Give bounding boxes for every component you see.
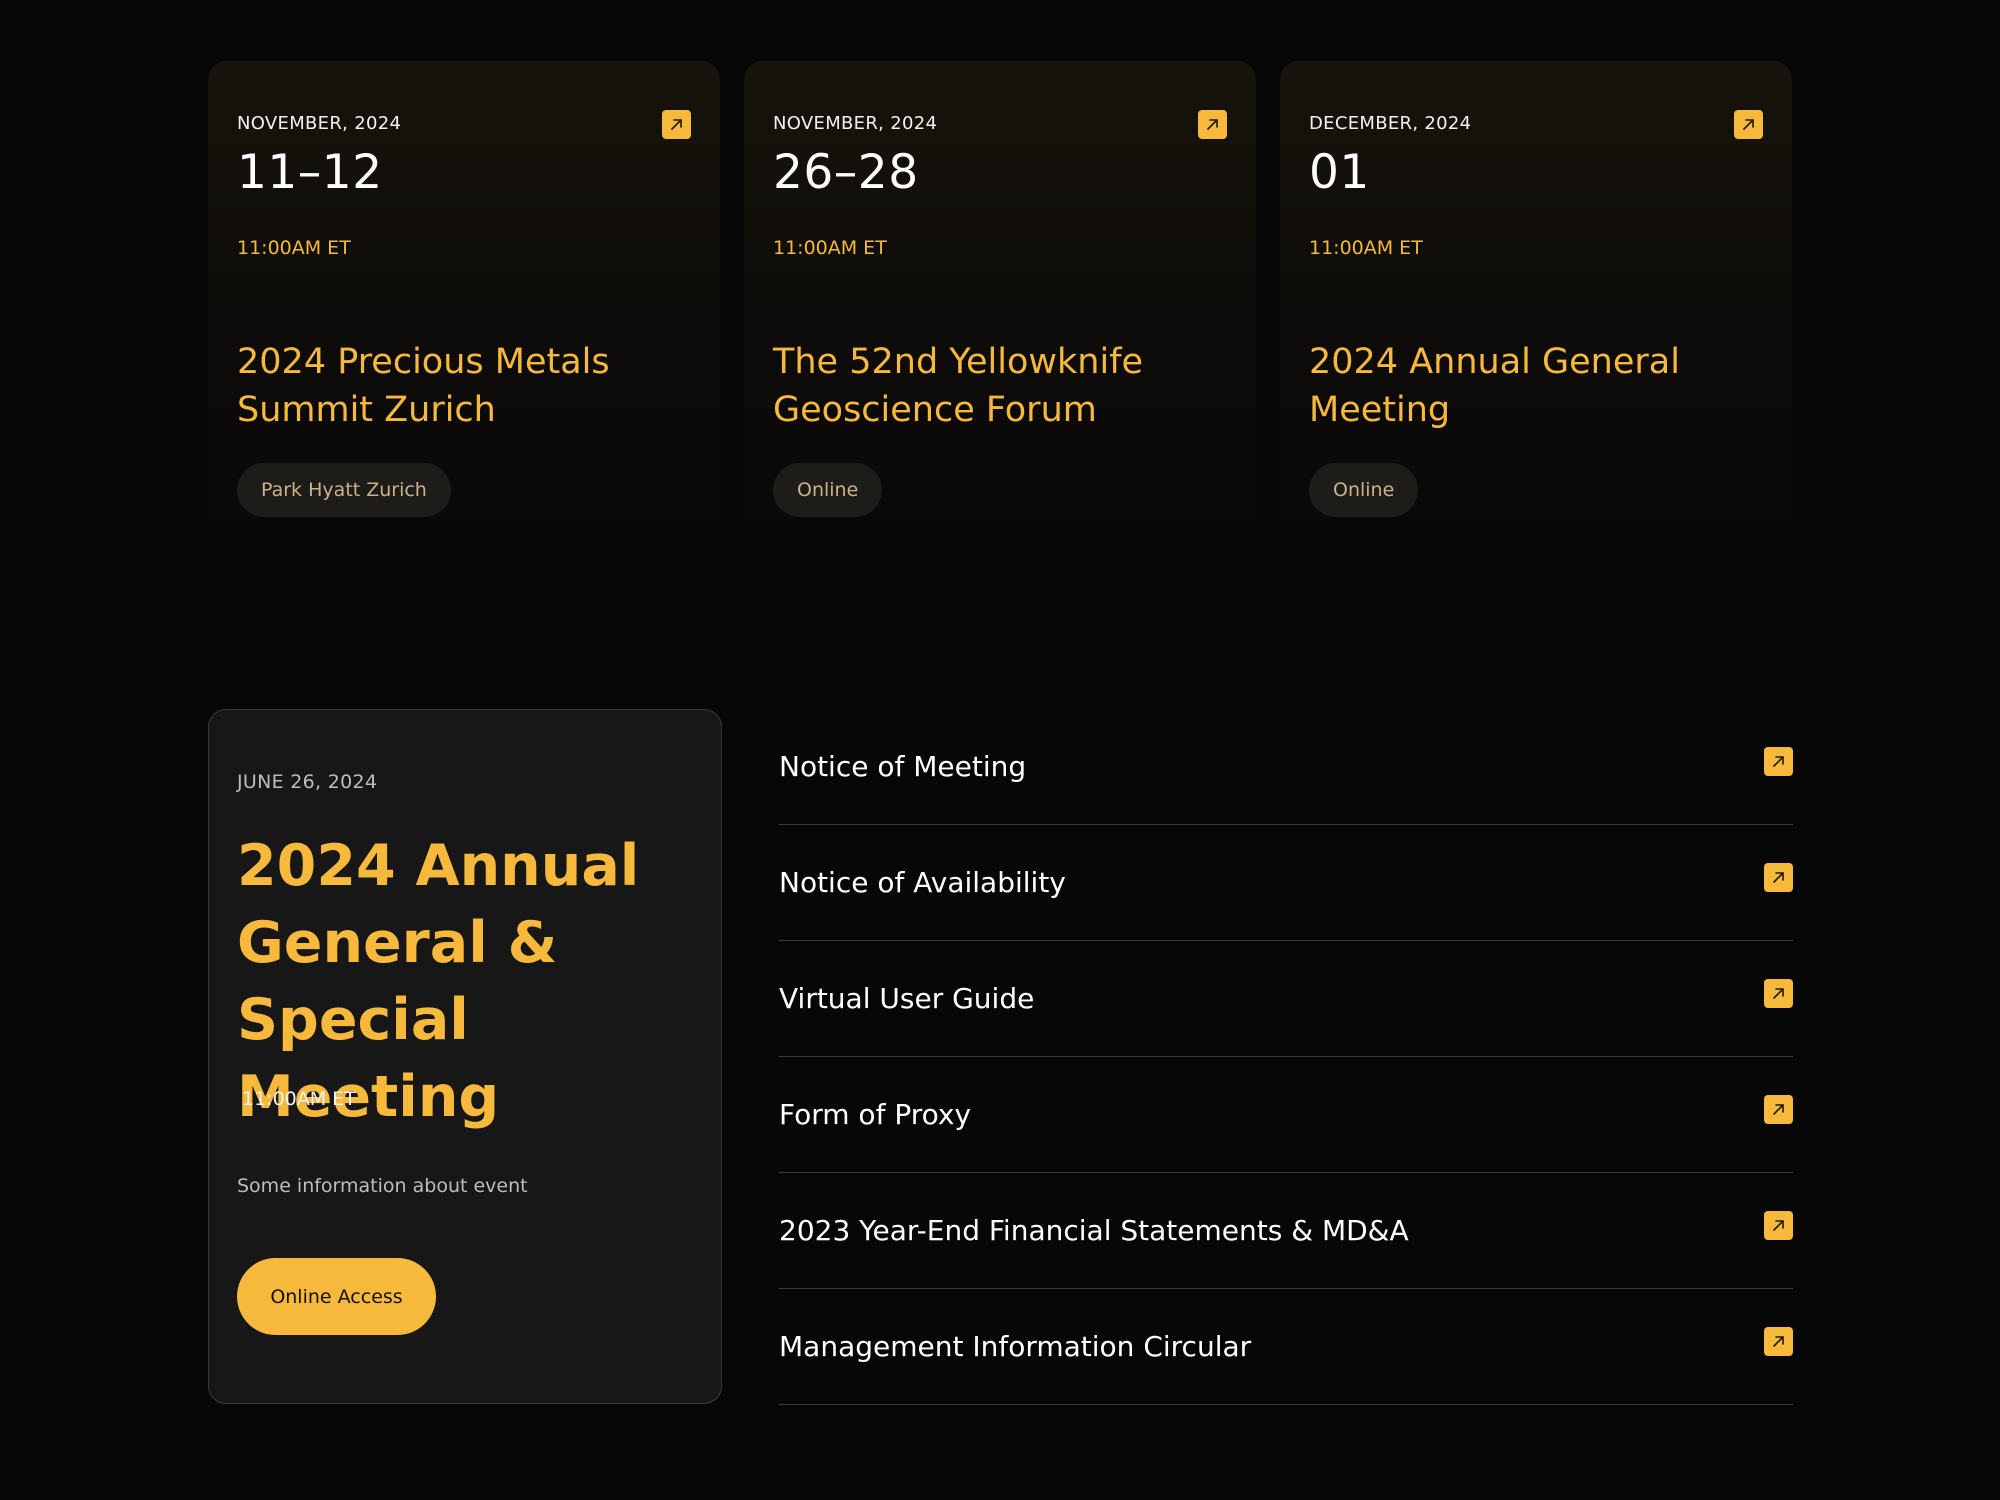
document-link[interactable]: Management Information Circular [779, 1289, 1793, 1405]
online-access-button[interactable]: Online Access [237, 1258, 436, 1335]
external-link-button[interactable] [1734, 110, 1763, 139]
event-location-tag: Online [1309, 463, 1419, 517]
event-month: NOVEMBER, 2024 [237, 113, 402, 134]
meeting-date: JUNE 26, 2024 [237, 771, 378, 793]
document-label: Notice of Availability [779, 866, 1066, 899]
event-title[interactable]: 2024 Precious Metals Summit Zurich [237, 338, 667, 434]
external-link-button[interactable] [1764, 1095, 1793, 1124]
event-days: 01 [1309, 145, 1370, 200]
document-link[interactable]: 2023 Year-End Financial Statements & MD&… [779, 1173, 1793, 1289]
arrow-up-right-icon [1773, 1336, 1784, 1347]
external-link-button[interactable] [1764, 979, 1793, 1008]
event-title[interactable]: 2024 Annual General Meeting [1309, 338, 1739, 434]
arrow-up-right-icon [1773, 756, 1784, 767]
external-link-button[interactable] [1764, 1211, 1793, 1240]
event-location-tag: Park Hyatt Zurich [237, 463, 451, 517]
event-card[interactable]: DECEMBER, 2024 01 11:00AM ET 2024 Annual… [1280, 61, 1792, 553]
arrow-up-right-icon [1743, 119, 1754, 130]
event-card[interactable]: NOVEMBER, 2024 11–12 11:00AM ET 2024 Pre… [208, 61, 720, 553]
document-link[interactable]: Form of Proxy [779, 1057, 1793, 1173]
arrow-up-right-icon [1207, 119, 1218, 130]
event-days: 26–28 [773, 145, 919, 200]
event-time: 11:00AM ET [773, 237, 887, 259]
external-link-button[interactable] [1764, 1327, 1793, 1356]
event-title[interactable]: The 52nd Yellowknife Geoscience Forum [773, 338, 1203, 434]
event-card[interactable]: NOVEMBER, 2024 26–28 11:00AM ET The 52nd… [744, 61, 1256, 553]
external-link-button[interactable] [662, 110, 691, 139]
document-label: Notice of Meeting [779, 750, 1027, 783]
featured-meeting-card: JUNE 26, 2024 2024 Annual General & Spec… [208, 709, 722, 1404]
arrow-up-right-icon [1773, 1104, 1784, 1115]
meeting-documents-list: Notice of Meeting Notice of Availability… [779, 709, 1793, 1405]
event-time: 11:00AM ET [237, 237, 351, 259]
arrow-up-right-icon [1773, 1220, 1784, 1231]
arrow-up-right-icon [1773, 872, 1784, 883]
event-location-tag: Online [773, 463, 883, 517]
external-link-button[interactable] [1198, 110, 1227, 139]
meeting-time: 11:00AM ET [242, 1088, 356, 1110]
arrow-up-right-icon [671, 119, 682, 130]
document-link[interactable]: Virtual User Guide [779, 941, 1793, 1057]
document-label: Virtual User Guide [779, 982, 1035, 1015]
document-link[interactable]: Notice of Availability [779, 825, 1793, 941]
external-link-button[interactable] [1764, 747, 1793, 776]
document-label: 2023 Year-End Financial Statements & MD&… [779, 1214, 1409, 1247]
page: NOVEMBER, 2024 11–12 11:00AM ET 2024 Pre… [0, 0, 2000, 1500]
external-link-button[interactable] [1764, 863, 1793, 892]
arrow-up-right-icon [1773, 988, 1784, 999]
event-month: NOVEMBER, 2024 [773, 113, 938, 134]
event-month: DECEMBER, 2024 [1309, 113, 1472, 134]
events-row: NOVEMBER, 2024 11–12 11:00AM ET 2024 Pre… [208, 61, 1792, 553]
document-label: Form of Proxy [779, 1098, 972, 1131]
event-time: 11:00AM ET [1309, 237, 1423, 259]
document-label: Management Information Circular [779, 1330, 1252, 1363]
meeting-description: Some information about event [237, 1175, 528, 1197]
event-days: 11–12 [237, 145, 383, 200]
document-link[interactable]: Notice of Meeting [779, 709, 1793, 825]
